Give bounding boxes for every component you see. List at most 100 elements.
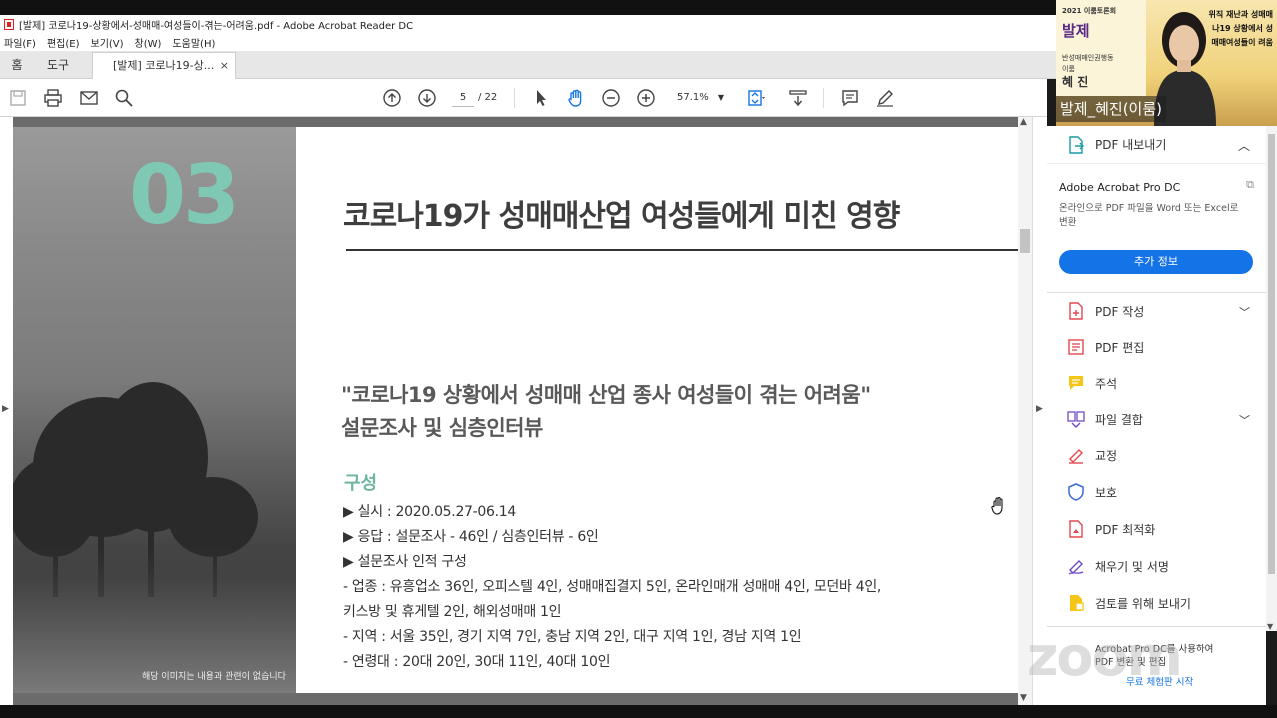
- chevron-down-icon[interactable]: ﹀: [1239, 412, 1250, 428]
- promo-description: 온라인으로 PDF 파일을 Word 또는 Excel로 변환: [1059, 203, 1239, 228]
- document-scrollbar[interactable]: ▲ ▼: [1018, 117, 1032, 705]
- protect-icon: [1067, 483, 1085, 501]
- pdf-page: 03 해당 이미지는 내용과 관련이 없습니다 코로나19가 성매매산업 여성들…: [13, 127, 1018, 693]
- combine-files-icon: [1067, 410, 1085, 428]
- survey-title-line1: "코로나19 상황에서 성매매 산업 종사 여성들이 겪는 어려움": [341, 383, 871, 407]
- tool-label: 검토를 위해 보내기: [1095, 596, 1191, 611]
- tool-send-for-review[interactable]: 검토를 위해 보내기: [1047, 585, 1266, 621]
- hand-tool-icon[interactable]: [565, 87, 587, 109]
- draw-pen-icon[interactable]: [874, 87, 896, 109]
- chevron-down-icon: ▼: [717, 93, 724, 102]
- tab-document-label: [발제] 코로나19-상...: [113, 59, 215, 72]
- hand-cursor-icon: [991, 496, 1003, 515]
- menu-bar: 파일(F) 편집(E) 보기(V) 창(W) 도움말(H): [0, 34, 1056, 51]
- left-panel-toggle[interactable]: ▶: [0, 117, 13, 705]
- acrobat-app-icon: [4, 19, 14, 30]
- comment-icon: [1067, 374, 1085, 392]
- more-info-button[interactable]: 추가 정보: [1059, 250, 1253, 274]
- right-panel-toggle[interactable]: ▶: [1032, 117, 1047, 705]
- tool-edit-pdf[interactable]: PDF 편집: [1047, 329, 1266, 365]
- tab-document[interactable]: [발제] 코로나19-상... ×: [92, 52, 236, 80]
- scroll-down-icon[interactable]: ▼: [1267, 622, 1273, 631]
- body-line: - 지역 : 서울 35인, 경기 지역 7인, 충남 지역 2인, 대구 지역…: [343, 629, 802, 645]
- body-line: - 업종 : 유흥업소 36인, 오피스텔 4인, 성매매집결지 5인, 온라인…: [343, 579, 882, 595]
- tools-pane: PDF 내보내기 ︿ Adobe Acrobat Pro DC ⧉ 온라인으로 …: [1047, 126, 1266, 705]
- body-line: ▶ 응답 : 설문조사 - 46인 / 심층인터뷰 - 6인: [343, 529, 599, 545]
- bottom-black-bar: [0, 705, 1277, 718]
- zoom-video-tile[interactable]: 2021 이룸토론회 발제 반성매매인권행동 이룸 혜 진 위직 재난과 성매매…: [1056, 0, 1277, 126]
- promo-title: Adobe Acrobat Pro DC: [1059, 181, 1181, 194]
- zoom-in-icon[interactable]: [635, 87, 657, 109]
- next-page-icon[interactable]: [416, 87, 438, 109]
- body-line: 키스방 및 휴게텔 2인, 해외성매매 1인: [343, 604, 562, 620]
- tools-pane-scrollbar[interactable]: ▼: [1266, 126, 1277, 631]
- chevron-right-icon[interactable]: ▶: [2, 404, 9, 414]
- promo-dismiss-icon[interactable]: ⧉: [1246, 178, 1254, 192]
- fill-sign-icon: [1067, 557, 1085, 575]
- zoom-watermark: zoom: [1027, 625, 1183, 688]
- slide-title: 코로나19가 성매매산업 여성들에게 미친 영향: [343, 199, 900, 234]
- export-pdf-tool[interactable]: PDF 내보내기 ︿: [1047, 126, 1266, 164]
- tab-tools[interactable]: 도구: [34, 51, 82, 79]
- slide-number: 03: [129, 148, 240, 243]
- tool-label: PDF 편집: [1095, 340, 1145, 355]
- redact-icon: [1067, 446, 1085, 464]
- menu-view[interactable]: 보기(V): [91, 35, 124, 50]
- tool-create-pdf[interactable]: PDF 작성 ﹀: [1047, 293, 1266, 329]
- slide-photo: 03 해당 이미지는 내용과 관련이 없습니다: [13, 127, 296, 693]
- section-heading: 구성: [344, 473, 378, 494]
- scroll-mode-icon[interactable]: [787, 87, 809, 109]
- search-icon[interactable]: [113, 87, 135, 109]
- pdf-edit-icon: [1067, 338, 1085, 356]
- menu-window[interactable]: 창(W): [135, 35, 162, 50]
- menu-help[interactable]: 도움말(H): [172, 35, 215, 50]
- tool-protect[interactable]: 보호: [1047, 474, 1266, 510]
- tool-optimize-pdf[interactable]: PDF 최적화: [1047, 511, 1266, 547]
- body-line: ▶ 실시 : 2020.05.27-06.14: [343, 504, 516, 520]
- tool-label: 교정: [1095, 448, 1118, 463]
- fit-page-icon[interactable]: [745, 87, 767, 109]
- tool-comment[interactable]: 주석: [1047, 365, 1266, 401]
- export-pdf-icon: [1069, 135, 1084, 154]
- body-line: - 연령대 : 20대 20인, 30대 11인, 40대 10인: [343, 654, 611, 670]
- title-divider: [346, 249, 1018, 251]
- toolbar-divider: [514, 88, 515, 108]
- tool-label: PDF 최적화: [1095, 522, 1156, 537]
- tool-label: 보호: [1095, 485, 1118, 500]
- chevron-up-icon[interactable]: ︿: [1238, 137, 1250, 154]
- scrollbar-thumb[interactable]: [1268, 134, 1275, 574]
- tab-home[interactable]: 홈: [0, 51, 34, 79]
- menu-edit[interactable]: 편집(E): [47, 35, 80, 50]
- tool-label: PDF 작성: [1095, 304, 1145, 319]
- tool-combine-files[interactable]: 파일 결합 ﹀: [1047, 401, 1266, 437]
- tool-fill-sign[interactable]: 채우기 및 서명: [1047, 548, 1266, 584]
- print-icon[interactable]: [42, 87, 64, 109]
- scrollbar-thumb[interactable]: [1020, 229, 1030, 253]
- chevron-down-icon[interactable]: ﹀: [1239, 304, 1250, 320]
- zoom-out-icon[interactable]: [600, 87, 622, 109]
- chevron-right-icon[interactable]: ▶: [1036, 404, 1043, 414]
- select-cursor-icon[interactable]: [530, 87, 552, 109]
- tab-close-icon[interactable]: ×: [220, 53, 229, 79]
- send-review-icon: [1067, 594, 1085, 612]
- previous-page-icon[interactable]: [381, 87, 403, 109]
- page-total: / 22: [478, 92, 498, 103]
- comment-icon[interactable]: [839, 87, 861, 109]
- window-title: [발제] 코로나19-상황에서-성매매-여성들이-겪는-어려움.pdf - Ad…: [19, 21, 414, 32]
- tool-label: 채우기 및 서명: [1095, 559, 1169, 574]
- email-icon[interactable]: [78, 87, 100, 109]
- video-side-text: 위직 재난과 성매매 나19 상황에서 성매매여성들이 려움: [1208, 10, 1273, 47]
- scroll-up-icon[interactable]: ▲: [1020, 117, 1027, 127]
- video-balje: 발제: [1062, 22, 1090, 40]
- tool-label: 주석: [1095, 376, 1118, 391]
- zoom-level-select[interactable]: 57.1% ▼: [672, 89, 730, 107]
- menu-file[interactable]: 파일(F): [4, 35, 36, 50]
- scroll-down-icon[interactable]: ▼: [1020, 693, 1027, 703]
- save-icon[interactable]: [7, 87, 29, 109]
- tool-redact[interactable]: 교정: [1047, 437, 1266, 473]
- main-toolbar: 5 / 22 57.1% ▼: [0, 79, 1047, 117]
- toolbar-divider: [823, 88, 824, 108]
- pdf-create-icon: [1067, 302, 1085, 320]
- optimize-pdf-icon: [1067, 520, 1085, 538]
- page-number-input[interactable]: 5: [452, 89, 474, 107]
